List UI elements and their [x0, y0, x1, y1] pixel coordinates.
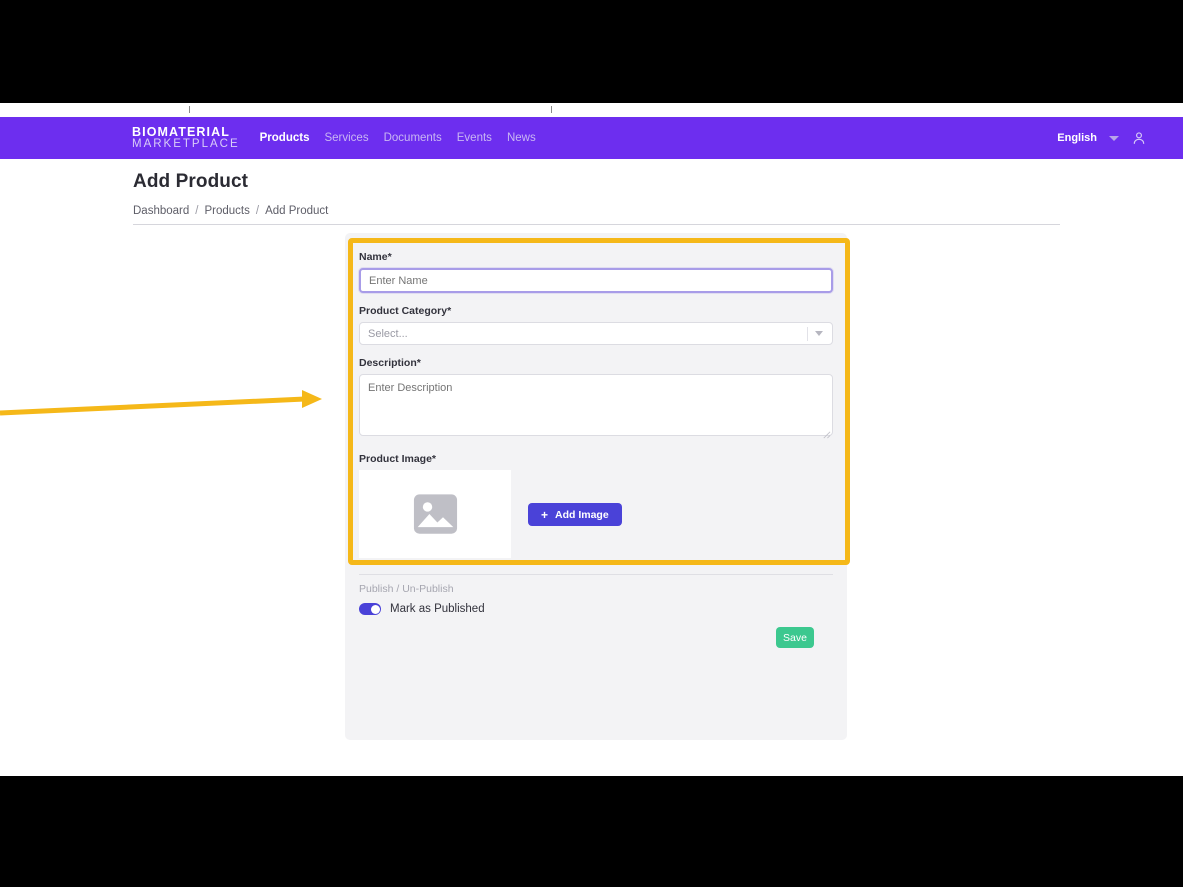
browser-page: BIOMATERIAL MARKETPLACE Products Service…: [0, 103, 1183, 776]
product-category-select[interactable]: Select...: [359, 322, 833, 345]
chevron-down-icon[interactable]: [815, 331, 823, 336]
annotation-arrow: [0, 390, 322, 416]
product-image-dropzone[interactable]: [359, 470, 511, 558]
toggle-knob: [370, 604, 380, 614]
field-product-category: Product Category* Select...: [359, 305, 833, 345]
letterbox-bottom: [0, 776, 1183, 887]
name-input[interactable]: [359, 268, 833, 293]
breadcrumb-separator: /: [195, 205, 199, 217]
nav-link-events[interactable]: Events: [457, 132, 492, 144]
nav-link-services[interactable]: Services: [324, 132, 368, 144]
brand-name-secondary: MARKETPLACE: [132, 138, 240, 150]
page-title: Add Product: [133, 171, 249, 192]
breadcrumb: Dashboard / Products / Add Product: [0, 193, 1183, 217]
nav-link-documents[interactable]: Documents: [384, 132, 442, 144]
chevron-down-icon[interactable]: [1109, 135, 1119, 141]
brand-logo[interactable]: BIOMATERIAL MARKETPLACE: [132, 124, 240, 151]
product-category-selected-value: Select...: [368, 327, 408, 340]
publish-toggle-row: Mark as Published: [359, 603, 833, 615]
add-image-button-label: Add Image: [555, 508, 609, 521]
ruler-tick: [551, 106, 552, 113]
field-product-image: Product Image* + Add Image: [359, 453, 833, 558]
brand-name-primary: BIOMATERIAL: [132, 124, 230, 139]
mark-as-published-label: Mark as Published: [390, 603, 485, 615]
header-divider: [133, 224, 1060, 225]
add-product-form-card: Name* Product Category* Select... Descri…: [345, 233, 847, 740]
primary-nav-links: Products Services Documents Events News: [260, 132, 536, 144]
save-button-row: Save: [359, 627, 833, 648]
publish-section-label: Publish / Un-Publish: [359, 583, 454, 595]
name-label: Name*: [359, 251, 392, 263]
breadcrumb-separator: /: [255, 205, 260, 217]
image-placeholder-icon: [413, 494, 457, 534]
add-image-button[interactable]: + Add Image: [528, 503, 622, 526]
field-description: Description*: [359, 357, 833, 441]
user-account-icon[interactable]: [1131, 130, 1147, 146]
mark-as-published-toggle[interactable]: [359, 603, 381, 615]
save-button[interactable]: Save: [776, 627, 814, 648]
field-name: Name*: [359, 251, 833, 293]
card-divider: [359, 574, 833, 575]
description-input[interactable]: [359, 374, 833, 436]
breadcrumb-item-dashboard[interactable]: Dashboard: [133, 205, 189, 217]
description-textarea-wrapper: [359, 374, 833, 441]
nav-link-products[interactable]: Products: [260, 132, 310, 144]
product-image-label: Product Image*: [359, 453, 437, 465]
description-label: Description*: [359, 357, 421, 369]
plus-icon: +: [541, 507, 549, 522]
breadcrumb-item-add-product: Add Product: [265, 205, 329, 217]
top-navigation-bar: BIOMATERIAL MARKETPLACE Products Service…: [0, 117, 1183, 159]
product-image-row: + Add Image: [359, 470, 833, 558]
language-selector-label[interactable]: English: [1057, 132, 1097, 144]
page-header: Add Product Dashboard / Products / Add P…: [0, 159, 1183, 225]
select-divider: [807, 326, 808, 341]
nav-right-group: English: [1057, 130, 1147, 146]
breadcrumb-item-products[interactable]: Products: [204, 205, 249, 217]
product-category-label: Product Category*: [359, 305, 452, 317]
letterbox-top: [0, 0, 1183, 103]
ruler-tick: [189, 106, 190, 113]
nav-link-news[interactable]: News: [507, 132, 536, 144]
ruler-strip: [0, 103, 1183, 117]
